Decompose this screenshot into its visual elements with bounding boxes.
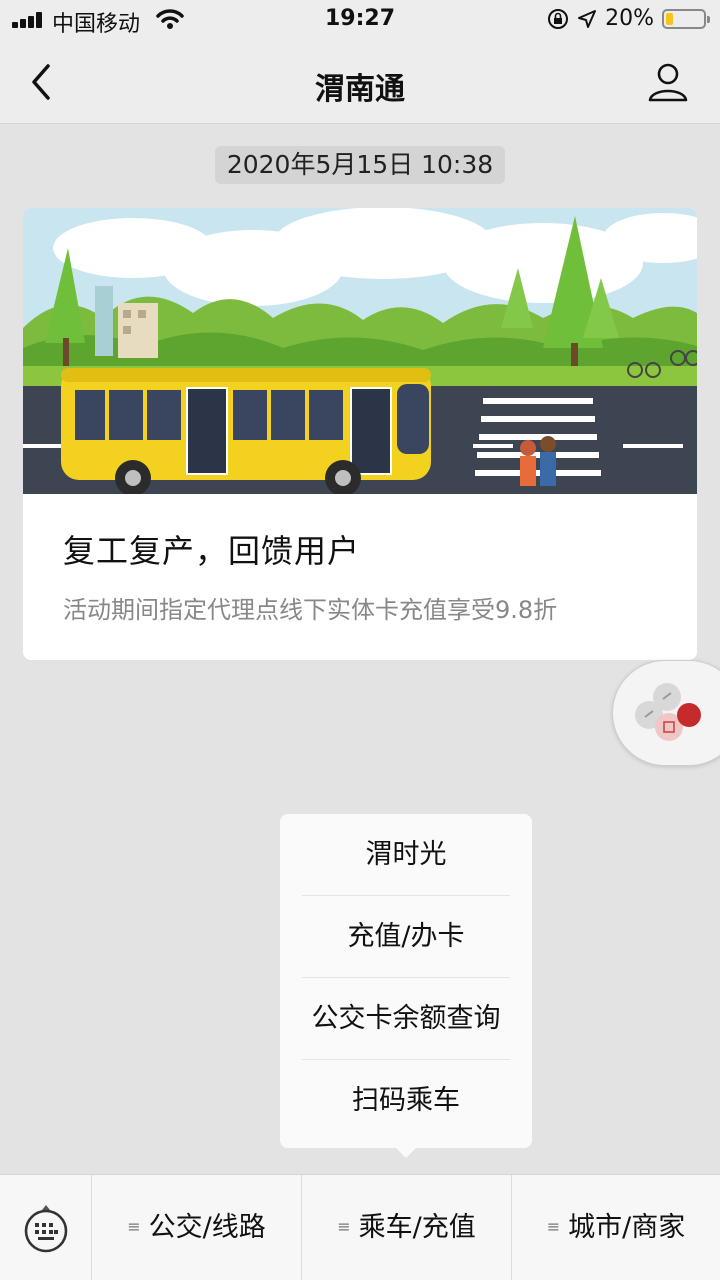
nav-bar: 渭南通	[0, 40, 720, 124]
menu-lines-icon: ≡	[127, 1217, 141, 1236]
bottom-menu-city-merchants[interactable]: ≡ 城市/商家	[512, 1175, 720, 1280]
location-arrow-icon	[578, 9, 597, 28]
profile-button[interactable]	[646, 60, 690, 104]
menu-item-scan-ride[interactable]: 扫码乘车	[302, 1060, 510, 1142]
article-title: 复工复产，回馈用户	[63, 532, 361, 570]
article-description: 活动期间指定代理点线下实体卡充值享受9.8折	[63, 596, 558, 624]
bottom-menu-bus-routes[interactable]: ≡ 公交/线路	[92, 1175, 302, 1280]
message-timestamp: 2020年5月15日 10:38	[215, 146, 505, 184]
bottom-menu-label: 乘车/充值	[358, 1212, 476, 1243]
menu-lines-icon: ≡	[337, 1217, 351, 1236]
bottom-menu-label: 公交/线路	[148, 1212, 266, 1243]
bottom-menu-ride-recharge[interactable]: ≡ 乘车/充值	[302, 1175, 512, 1280]
floating-window-button[interactable]	[612, 660, 720, 766]
menu-item-balance-query[interactable]: 公交卡余额查询	[302, 978, 510, 1060]
article-cover-image	[23, 208, 697, 494]
bottom-menu-label: 城市/商家	[568, 1212, 686, 1243]
rotation-lock-icon	[548, 8, 569, 29]
battery-percent: 20%	[605, 6, 654, 31]
menu-lines-icon: ≡	[546, 1217, 561, 1236]
article-card[interactable]: 复工复产，回馈用户 活动期间指定代理点线下实体卡充值享受9.8折	[23, 208, 697, 660]
bottom-menu-bar: ≡ 公交/线路 ≡ 乘车/充值 ≡ 城市/商家	[0, 1174, 720, 1280]
submenu-popup: 渭时光 充值/办卡 公交卡余额查询 扫码乘车	[280, 814, 532, 1158]
status-bar: 中国移动 19:27 20%	[0, 0, 720, 40]
keyboard-toggle-button[interactable]	[0, 1175, 92, 1280]
menu-item-wei-shiguang[interactable]: 渭时光	[302, 814, 510, 896]
page-title: 渭南通	[315, 72, 405, 107]
battery-icon	[662, 8, 710, 29]
keyboard-icon	[24, 1205, 68, 1253]
menu-item-recharge-card[interactable]: 充值/办卡	[302, 896, 510, 978]
person-icon	[648, 63, 688, 102]
chat-area[interactable]: 2020年5月15日 10:38 复工复产，回馈用户 活动期间指定代理点线下实体…	[0, 124, 720, 1174]
floating-links-icon	[635, 683, 701, 741]
